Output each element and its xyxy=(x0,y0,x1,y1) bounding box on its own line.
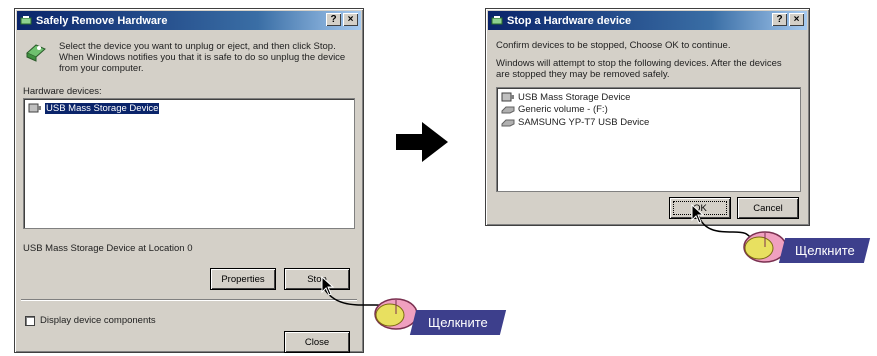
display-components-checkbox[interactable] xyxy=(25,316,35,326)
click-callout: Щелкните xyxy=(409,310,507,335)
device-label: SAMSUNG YP-T7 USB Device xyxy=(518,117,650,128)
callout-text: Щелкните xyxy=(428,315,488,330)
safely-remove-hardware-dialog: Safely Remove Hardware ? × Select the de… xyxy=(14,8,364,353)
mouse-pointer-icon xyxy=(691,204,705,224)
list-item[interactable]: USB Mass Storage Device xyxy=(28,102,160,114)
list-item: USB Mass Storage Device xyxy=(501,91,630,103)
list-item: SAMSUNG YP-T7 USB Device xyxy=(501,117,649,128)
usb-device-icon xyxy=(28,103,41,113)
callout-text: Щелкните xyxy=(794,243,855,258)
usb-device-icon xyxy=(501,92,514,102)
hardware-icon xyxy=(491,15,503,24)
device-label: USB Mass Storage Device xyxy=(518,91,631,103)
help-button[interactable]: ? xyxy=(326,13,341,26)
properties-button[interactable]: Properties xyxy=(211,269,275,289)
safely-remove-icon xyxy=(26,44,46,62)
instruction-text: Select the device you want to unplug or … xyxy=(59,41,346,74)
confirm-text: Confirm devices to be stopped, Choose OK… xyxy=(496,40,731,51)
properties-label: Properties xyxy=(221,273,265,285)
click-callout: Щелкните xyxy=(778,238,871,263)
mouse-pointer-icon xyxy=(321,276,335,296)
help-button[interactable]: ? xyxy=(772,13,787,26)
separator xyxy=(21,299,357,301)
drive-icon xyxy=(501,106,515,113)
info-text: Windows will attempt to stop the followi… xyxy=(496,58,782,80)
device-location-text: USB Mass Storage Device at Location 0 xyxy=(23,243,193,254)
device-label: Generic volume - (F:) xyxy=(518,104,608,115)
dialog-title: Stop a Hardware device xyxy=(507,14,632,27)
stop-hardware-device-dialog: Stop a Hardware device ? × Confirm devic… xyxy=(485,8,810,226)
close-x-button[interactable]: × xyxy=(343,13,358,26)
list-item: Generic volume - (F:) xyxy=(501,104,608,115)
title-bar: Safely Remove Hardware ? × xyxy=(17,11,361,30)
close-label: Close xyxy=(304,336,330,348)
device-label: USB Mass Storage Device xyxy=(45,102,160,114)
right-arrow-icon xyxy=(396,122,448,162)
title-bar: Stop a Hardware device ? × xyxy=(488,11,807,30)
hardware-icon xyxy=(20,15,32,24)
display-components-label[interactable]: Display device components xyxy=(40,315,156,326)
hardware-devices-list[interactable]: USB Mass Storage Device xyxy=(23,98,355,229)
drive-icon xyxy=(501,119,515,126)
hardware-devices-label: Hardware devices: xyxy=(23,86,102,97)
close-button[interactable]: Close xyxy=(285,332,349,352)
close-x-button[interactable]: × xyxy=(789,13,804,26)
cancel-label: Cancel xyxy=(753,202,783,214)
devices-to-stop-list[interactable]: USB Mass Storage Device Generic volume -… xyxy=(496,87,801,192)
dialog-title: Safely Remove Hardware xyxy=(36,14,168,27)
